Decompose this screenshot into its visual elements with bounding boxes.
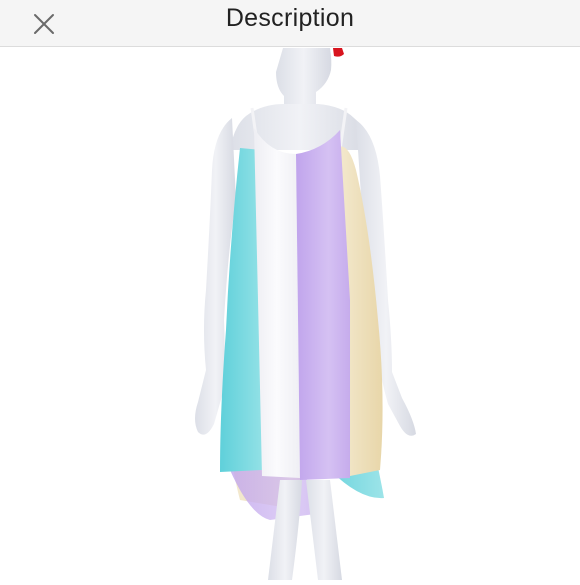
- mannequin-in-dress-image: [195, 48, 416, 580]
- page-title: Description: [225, 4, 355, 32]
- product-photo: [0, 48, 580, 580]
- top-bar: Description: [0, 0, 580, 47]
